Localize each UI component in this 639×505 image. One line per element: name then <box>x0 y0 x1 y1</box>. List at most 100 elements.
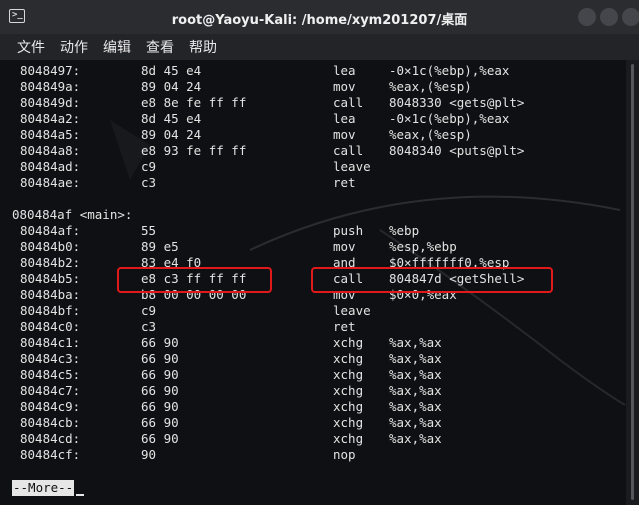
disasm-row: 80484b0: 89 e5 mov %esp,%ebp <box>0 239 626 255</box>
disasm-row: 80484c7: 66 90 xchg %ax,%ax <box>0 383 626 399</box>
row-mnemonic: leave <box>333 303 371 318</box>
row-mnemonic: lea <box>333 63 356 78</box>
row-address: 80484cf: <box>20 447 81 462</box>
row-address: 804849a: <box>20 79 81 94</box>
menu-actions[interactable]: 动作 <box>60 37 88 57</box>
row-bytes: c9 <box>141 303 157 318</box>
menu-help[interactable]: 帮助 <box>189 37 217 57</box>
row-mnemonic: xchg <box>333 367 364 382</box>
highlight-call-bytes <box>117 267 272 293</box>
row-bytes: 66 90 <box>141 415 179 430</box>
row-bytes: c3 <box>141 175 157 190</box>
row-address: 80484bf: <box>20 303 81 318</box>
row-mnemonic: xchg <box>333 383 364 398</box>
row-operands: 8048340 <puts@plt> <box>389 143 525 158</box>
row-mnemonic: xchg <box>333 399 364 414</box>
row-bytes: 66 90 <box>141 399 179 414</box>
row-operands: %ax,%ax <box>389 351 442 366</box>
row-operands: %ax,%ax <box>389 335 442 350</box>
row-mnemonic: mov <box>333 79 356 94</box>
row-address: 80484c5: <box>20 367 81 382</box>
disasm-row: 804849d: e8 8e fe ff ff call 8048330 <gets@… <box>0 95 626 111</box>
row-address: 80484cd: <box>20 431 81 446</box>
row-bytes: 66 90 <box>141 431 179 446</box>
row-bytes: 66 90 <box>141 383 179 398</box>
row-operands: %esp,%ebp <box>389 239 457 254</box>
disasm-row: 80484cf: 90 nop <box>0 447 626 463</box>
row-address: 80484c3: <box>20 351 81 366</box>
window-title: root@Yaoyu-Kali: /home/xym201207/桌面 <box>171 13 468 28</box>
row-operands: %ax,%ax <box>389 367 442 382</box>
row-mnemonic: call <box>333 95 364 110</box>
row-address: 80484c9: <box>20 399 81 414</box>
row-operands: %ax,%ax <box>389 399 442 414</box>
function-label-text: 080484af <main>: <box>12 207 133 222</box>
row-mnemonic: xchg <box>333 335 364 350</box>
row-bytes: 8d 45 e4 <box>141 111 202 126</box>
minimize-icon[interactable] <box>578 8 596 26</box>
row-address: 80484af: <box>20 223 81 238</box>
row-address: 80484b5: <box>20 271 81 286</box>
disasm-row: 804849a: 89 04 24 mov %eax,(%esp) <box>0 79 626 95</box>
row-bytes: e8 8e fe ff ff <box>141 95 247 110</box>
row-operands: %ebp <box>389 223 420 238</box>
function-label: 080484af <main>: <box>0 207 626 223</box>
row-bytes: 66 90 <box>141 367 179 382</box>
row-operands: %ax,%ax <box>389 383 442 398</box>
row-address: 80484b2: <box>20 255 81 270</box>
row-mnemonic: xchg <box>333 351 364 366</box>
row-address: 80484ad: <box>20 159 81 174</box>
menu-bar: 文件 动作 编辑 查看 帮助 <box>0 34 639 60</box>
row-mnemonic: push <box>333 223 364 238</box>
disasm-row: 80484c5: 66 90 xchg %ax,%ax <box>0 367 626 383</box>
row-operands: -0×1c(%ebp),%eax <box>389 63 510 78</box>
disasm-row: 80484c0: c3 ret <box>0 319 626 335</box>
row-operands: %ax,%ax <box>389 431 442 446</box>
text-cursor <box>76 480 84 496</box>
disasm-row: 80484c9: 66 90 xchg %ax,%ax <box>0 399 626 415</box>
row-address: 8048497: <box>20 63 81 78</box>
row-address: 80484ae: <box>20 175 81 190</box>
pager-prompt: --More-- <box>12 480 75 496</box>
row-operands: -0×1c(%ebp),%eax <box>389 111 510 126</box>
row-address: 80484b0: <box>20 239 81 254</box>
row-mnemonic: ret <box>333 319 356 334</box>
row-operands: %eax,(%esp) <box>389 127 472 142</box>
row-address: 80484a2: <box>20 111 81 126</box>
row-address: 80484c7: <box>20 383 81 398</box>
row-address: 80484c1: <box>20 335 81 350</box>
menu-view[interactable]: 查看 <box>146 37 174 57</box>
row-bytes: e8 93 fe ff ff <box>141 143 247 158</box>
disasm-row: 80484a2: 8d 45 e4 lea -0×1c(%ebp),%eax <box>0 111 626 127</box>
row-address: 80484a5: <box>20 127 81 142</box>
row-mnemonic: lea <box>333 111 356 126</box>
disasm-row: 80484af: 55 push %ebp <box>0 223 626 239</box>
row-bytes: 66 90 <box>141 335 179 350</box>
row-mnemonic: nop <box>333 447 356 462</box>
disasm-row: 80484c1: 66 90 xchg %ax,%ax <box>0 335 626 351</box>
row-mnemonic: ret <box>333 175 356 190</box>
disasm-row: 80484a8: e8 93 fe ff ff call 8048340 <puts@… <box>0 143 626 159</box>
row-operands: %ax,%ax <box>389 415 442 430</box>
row-mnemonic: xchg <box>333 415 364 430</box>
row-address: 80484c0: <box>20 319 81 334</box>
row-mnemonic: mov <box>333 127 356 142</box>
row-mnemonic: mov <box>333 239 356 254</box>
disasm-row: 80484a5: 89 04 24 mov %eax,(%esp) <box>0 127 626 143</box>
disasm-row: 80484bf: c9 leave <box>0 303 626 319</box>
menu-file[interactable]: 文件 <box>17 37 45 57</box>
terminal-output[interactable]: 8048497: 8d 45 e4 lea -0×1c(%ebp),%eax 80484… <box>0 60 626 505</box>
row-address: 804849d: <box>20 95 81 110</box>
menu-edit[interactable]: 编辑 <box>103 37 131 57</box>
highlight-call-getshell <box>311 267 553 293</box>
row-bytes: 55 <box>141 223 157 238</box>
title-bar: >_ root@Yaoyu-Kali: /home/xym201207/桌面 <box>0 0 639 34</box>
close-icon[interactable] <box>622 8 639 26</box>
maximize-icon[interactable] <box>600 8 618 26</box>
disasm-row: 80484ad: c9 leave <box>0 159 626 175</box>
row-bytes: 89 04 24 <box>141 127 202 142</box>
disasm-row: 80484ae: c3 ret <box>0 175 626 191</box>
scrollbar-thumb[interactable] <box>631 64 634 500</box>
row-address: 80484cb: <box>20 415 81 430</box>
row-bytes: c3 <box>141 319 157 334</box>
